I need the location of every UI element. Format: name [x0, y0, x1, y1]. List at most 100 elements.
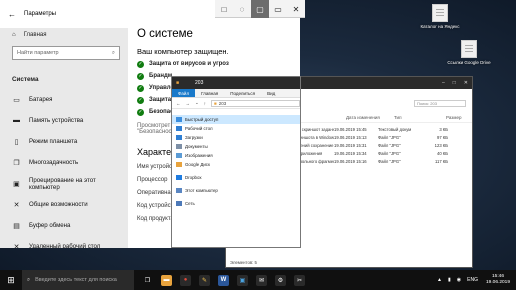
document-icon	[461, 40, 477, 58]
sidebar-item[interactable]: ▣ Проецирование на этот компьютер	[0, 173, 128, 194]
snip-app-button[interactable]: ✂	[290, 270, 309, 290]
protection-heading: Ваш компьютер защищен.	[137, 47, 229, 56]
sidebar-items: ▭ Батарея ▬ Память устройства ▯ Режим планшет…	[0, 89, 128, 248]
shared-icon: ✕	[13, 201, 20, 209]
desktop-icon-label: Каталог на Яндекс	[420, 24, 460, 29]
tray-icon[interactable]: ENG	[467, 277, 478, 283]
battery-icon: ▭	[13, 96, 20, 104]
protection-item-label: Брандм	[149, 73, 173, 79]
nav-item[interactable]: Быстрый доступ	[172, 115, 300, 124]
ribbon-tab[interactable]: Поделиться	[224, 89, 261, 97]
sidebar-item[interactable]: ✕ Общие возможности	[0, 194, 128, 215]
maximize-icon[interactable]: □	[453, 80, 456, 86]
nav-item[interactable]: Этот компьютер	[172, 186, 300, 195]
column-date[interactable]: Дата изменения	[346, 115, 394, 122]
sidebar-item[interactable]: ✕ Удаленный рабочий стол	[0, 236, 128, 248]
nav-item[interactable]: Изображения	[172, 151, 300, 160]
file-date: 19.06.2019 15:31	[334, 142, 367, 148]
tray-icon[interactable]: ▮	[448, 277, 451, 283]
nav-item[interactable]: Dropbox	[172, 173, 300, 182]
nav-item-label: Быстрый доступ	[185, 117, 219, 122]
sidebar-item[interactable]: ❐ Многозадачность	[0, 152, 128, 173]
page-title: О системе	[137, 28, 193, 40]
mail-app-button[interactable]: ✉	[252, 270, 271, 290]
close-icon[interactable]: ✕	[464, 80, 468, 86]
nav-item-label: Сеть	[185, 201, 195, 206]
clock[interactable]: 15:46 19.06.2019	[486, 274, 510, 286]
minimize-icon[interactable]: –	[442, 80, 445, 86]
sidebar-item-label: Общие возможности	[29, 201, 88, 208]
clock-date: 19.06.2019	[485, 280, 510, 285]
fullscreen-snip-icon[interactable]: ▭	[269, 0, 287, 18]
nav-item[interactable]: Google Диск	[172, 160, 300, 169]
nav-item-label: Изображения	[185, 153, 213, 158]
photos-app-icon: ▣	[237, 274, 248, 286]
nav-item-label: Google Диск	[185, 162, 210, 167]
ribbon-tab[interactable]: Файл	[172, 89, 196, 97]
settings-app-button[interactable]: ⚙	[271, 270, 290, 290]
back-arrow-icon[interactable]: ←	[8, 10, 16, 19]
tablet-icon: ▯	[14, 138, 19, 146]
photos-app-button[interactable]: ▣	[233, 270, 252, 290]
folder-icon	[176, 135, 182, 140]
explorer-app-icon: ▬	[161, 274, 172, 286]
task-view-button[interactable]: ❐	[138, 270, 157, 290]
sidebar-item[interactable]: ▬ Память устройства	[0, 110, 128, 131]
window-title: Параметры	[24, 11, 56, 17]
chevron-down-icon[interactable]: ⌄	[195, 100, 199, 106]
column-type[interactable]: Тип	[394, 115, 446, 122]
up-arrow-icon[interactable]: ↑	[204, 101, 206, 106]
nav-item-label: Рабочий стол	[185, 126, 213, 131]
forward-arrow-icon[interactable]: →	[186, 101, 191, 106]
column-size[interactable]: Размер	[446, 115, 461, 122]
chrome-app-icon: ●	[180, 274, 191, 286]
search-icon: ⌕	[27, 276, 31, 283]
ribbon-tab[interactable]: Главная	[195, 89, 224, 97]
freeform-snip-icon[interactable]: ◌	[233, 0, 251, 18]
ribbon-tab[interactable]: Вид	[261, 89, 281, 97]
nav-item-label: Dropbox	[185, 175, 202, 180]
nav-item[interactable]: Документы	[172, 142, 300, 151]
start-button[interactable]: ⊞	[0, 270, 22, 290]
chrome-app-button[interactable]: ●	[176, 270, 195, 290]
tray-icon[interactable]: ▲	[437, 277, 442, 283]
window-snip-icon[interactable]: ▢	[251, 0, 269, 18]
check-icon: ✓	[137, 108, 144, 116]
sidebar-item[interactable]: ▭ Батарея	[0, 89, 128, 110]
settings-search-input[interactable]: Найти параметр ⌕	[12, 46, 120, 60]
word-app-button[interactable]: W	[214, 270, 233, 290]
desktop-shortcut[interactable]: Ссылки Google Drive	[447, 40, 491, 66]
sidebar-item[interactable]: ▯ Режим планшета	[0, 131, 128, 152]
clipboard-icon: ▤	[13, 222, 20, 230]
check-icon: ✓	[137, 60, 144, 68]
taskbar-search[interactable]: ⌕ Введите здесь текст для поиска	[22, 270, 134, 290]
nav-item[interactable]: Сеть	[172, 199, 300, 208]
nav-item[interactable]: Загрузки	[172, 133, 300, 142]
rect-snip-icon[interactable]: □	[215, 0, 233, 18]
sidebar-home[interactable]: ⌂ Главная	[0, 28, 128, 42]
document-icon	[432, 4, 448, 22]
desktop-shortcut[interactable]: Каталог на Яндекс	[418, 4, 462, 30]
nav-item-label: Загрузки	[185, 135, 203, 140]
home-icon: ⌂	[12, 32, 16, 38]
close-icon[interactable]: ✕	[287, 0, 305, 18]
explorer-app-button[interactable]: ▬	[157, 270, 176, 290]
taskbar-apps: ❐ ▬ ● ✎ W ▣ ✉ ⚙ ✂	[138, 270, 309, 290]
address-input[interactable]: ■ 203	[211, 99, 300, 107]
search-input[interactable]: Поиск: 203	[414, 100, 466, 107]
file-size: 3 КБ	[439, 126, 448, 132]
nav-item[interactable]: Рабочий стол	[172, 124, 300, 133]
sidebar-item-label: Память устройства	[29, 117, 84, 124]
tray-icon[interactable]: ◉	[457, 277, 461, 283]
file-type: Файл "JPG"	[378, 134, 401, 140]
storage-icon: ▬	[13, 117, 20, 124]
explorer-title: 203	[195, 80, 204, 86]
protection-item: ✓ Защита от вирусов и угроз	[137, 60, 300, 68]
back-arrow-icon[interactable]: ←	[176, 101, 181, 106]
projecting-icon: ▣	[13, 180, 20, 188]
paint-app-button[interactable]: ✎	[195, 270, 214, 290]
folder-icon: ■	[176, 80, 180, 86]
file-date: 19.06.2019 15:13	[334, 134, 367, 140]
sidebar-item[interactable]: ▤ Буфер обмена	[0, 215, 128, 236]
sidebar-item-label: Буфер обмена	[29, 222, 71, 229]
